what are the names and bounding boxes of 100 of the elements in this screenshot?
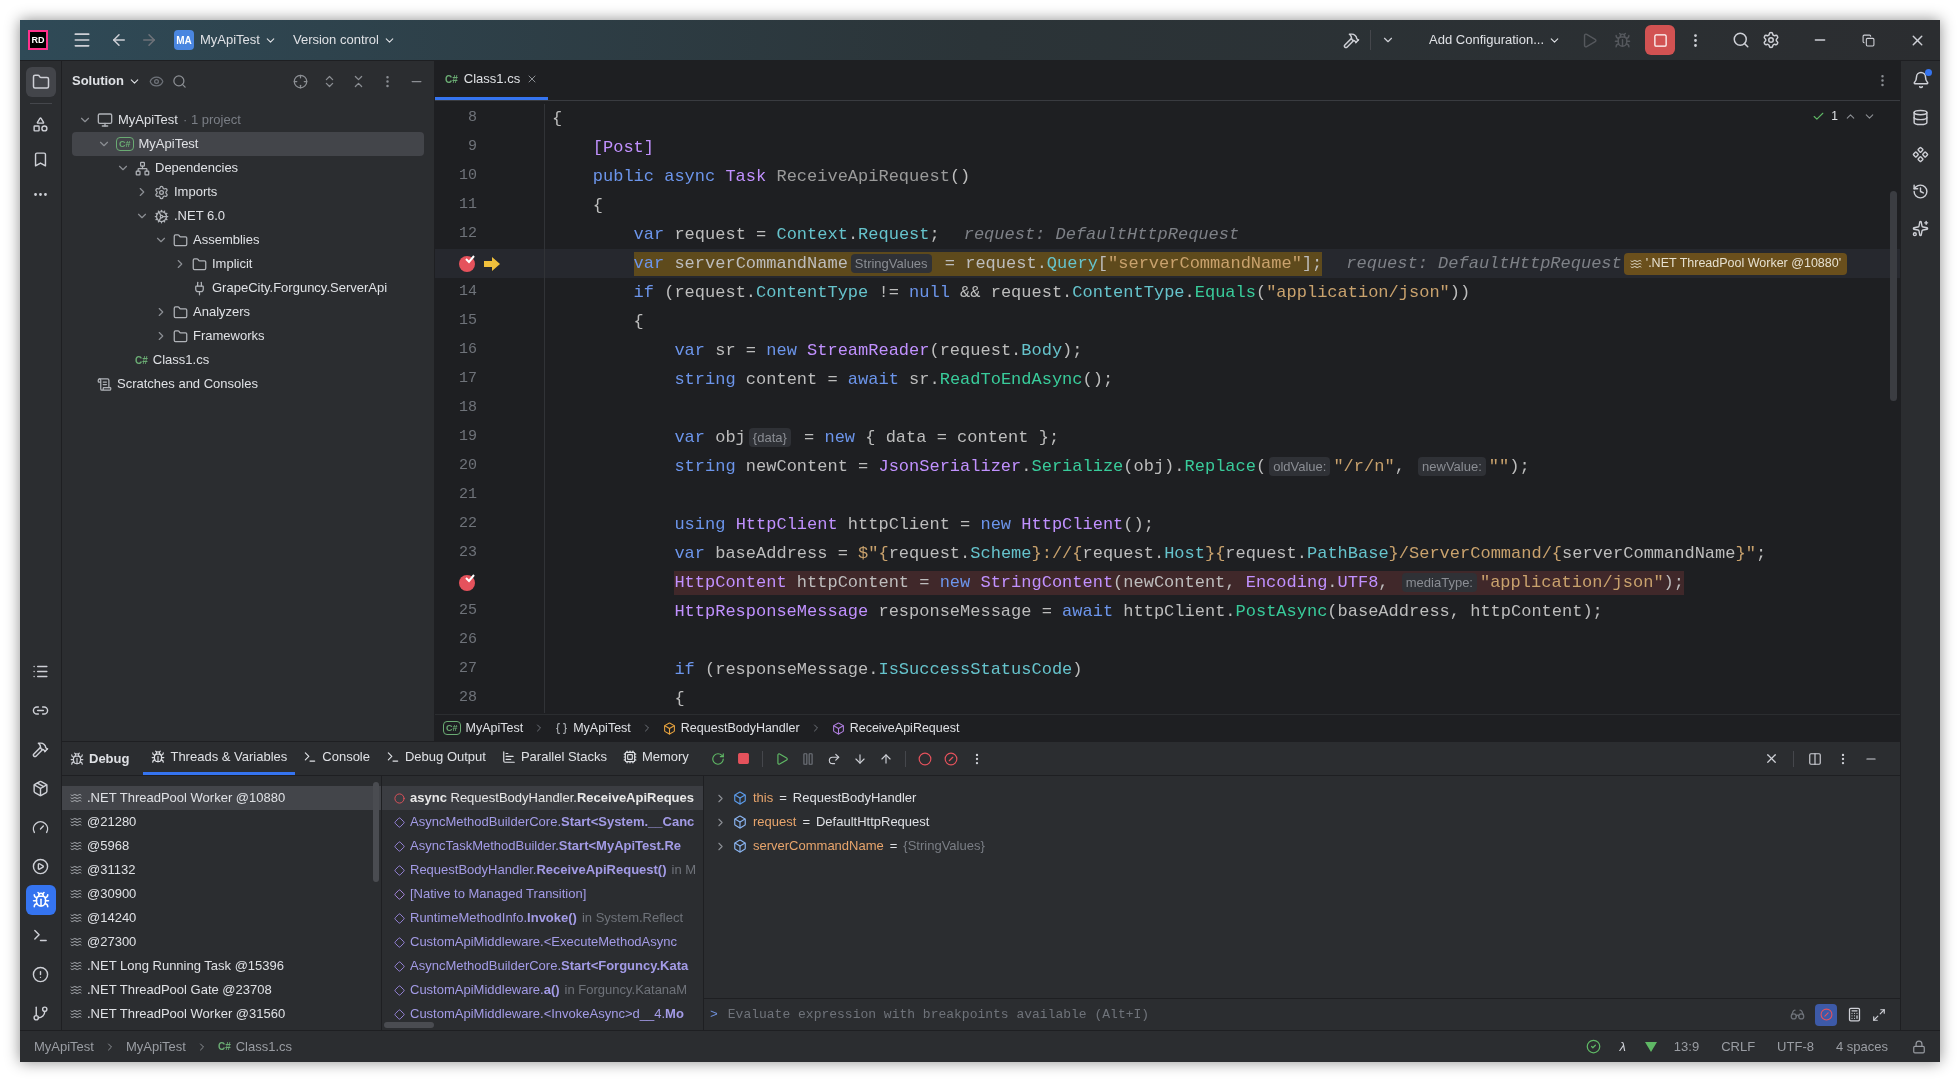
breadcrumb-item[interactable]: RequestBodyHandler: [662, 718, 800, 738]
plugin-status[interactable]: λ: [1611, 1036, 1634, 1057]
search-icon[interactable]: [172, 73, 187, 89]
breakpoints-icon[interactable]: [917, 751, 932, 766]
breadcrumb-item[interactable]: C# MyApiTest: [443, 718, 524, 738]
tree-item[interactable]: Frameworks: [72, 324, 424, 348]
variable-item[interactable]: serverCommandName = {StringValues}: [704, 834, 1900, 858]
tree-item[interactable]: Analyzers: [72, 300, 424, 324]
rerun-icon[interactable]: [710, 751, 725, 766]
stack-frame[interactable]: RequestBodyHandler.ReceiveApiRequest() in M: [382, 858, 703, 882]
restore-icon[interactable]: [1862, 33, 1875, 47]
terminal-icon[interactable]: [32, 927, 49, 944]
breakpoint-icon[interactable]: [457, 253, 477, 274]
stack-frame[interactable]: CustomApiMiddleware.a() in Forguncy.KatanaM: [382, 978, 703, 1002]
sparkles-icon[interactable]: [1912, 220, 1929, 237]
list-icon[interactable]: [32, 663, 49, 680]
build-icon[interactable]: [32, 741, 49, 758]
evaluate-field[interactable]: Evaluate expression with breakpoints available (Alt+I): [727, 1001, 1780, 1028]
bookmark-icon[interactable]: [32, 151, 49, 168]
stack-frame[interactable]: async RequestBodyHandler.ReceiveApiReques: [382, 786, 703, 810]
breadcrumb-item[interactable]: MyApiTest: [125, 1036, 186, 1057]
file-encoding[interactable]: UTF-8: [1771, 1036, 1820, 1057]
cursor-position[interactable]: 13:9: [1667, 1036, 1706, 1057]
search-icon[interactable]: [1732, 31, 1750, 49]
thread-item[interactable]: @31132: [62, 858, 381, 882]
expand-icon[interactable]: [1872, 1007, 1886, 1022]
back-icon[interactable]: [110, 31, 128, 49]
calculator-icon[interactable]: [1847, 1007, 1862, 1022]
triangle-icon[interactable]: [1643, 1040, 1658, 1053]
evaluate-mode-button[interactable]: [1815, 1003, 1837, 1026]
layout-icon[interactable]: [1808, 751, 1822, 766]
stop-button[interactable]: [1645, 25, 1675, 55]
breadcrumb-item[interactable]: MyApiTest: [555, 718, 631, 738]
database-icon[interactable]: [1912, 109, 1929, 126]
thread-item[interactable]: @5968: [62, 834, 381, 858]
close-icon[interactable]: [1764, 751, 1779, 766]
stack-frame[interactable]: CustomApiMiddleware.<InvokeAsync>d__4.Mo: [382, 1002, 703, 1026]
mute-breakpoints-icon[interactable]: [943, 751, 958, 766]
step-over-icon[interactable]: [826, 751, 841, 766]
thread-item[interactable]: .NET ThreadPool Worker @31560: [62, 1002, 381, 1026]
debug-tab[interactable]: Memory: [614, 742, 697, 775]
run-configuration-dropdown[interactable]: Add Configuration...: [1429, 30, 1561, 50]
stack-frame[interactable]: AsyncTaskMethodBuilder.Start<MyApiTest.Re: [382, 834, 703, 858]
tree-item[interactable]: Scratches and Consoles: [72, 372, 424, 396]
settings-icon[interactable]: [1762, 31, 1780, 49]
indent-setting[interactable]: 4 spaces: [1829, 1036, 1894, 1057]
notifications-icon[interactable]: [1911, 71, 1930, 89]
debug-tab[interactable]: Parallel Stacks: [493, 742, 615, 775]
gauge-icon[interactable]: [32, 819, 49, 836]
watch-icon[interactable]: [1790, 1007, 1805, 1022]
solution-dropdown[interactable]: Solution: [72, 71, 141, 91]
stop-icon[interactable]: [736, 752, 750, 765]
thread-item[interactable]: .NET Long Running Task @15396: [62, 954, 381, 978]
thread-item[interactable]: @14240: [62, 906, 381, 930]
breakpoint-icon[interactable]: [457, 572, 477, 593]
thread-item[interactable]: .NET ThreadPool Gate @23708: [62, 978, 381, 1002]
breadcrumb-item[interactable]: MyApiTest: [34, 1036, 94, 1057]
breadcrumb-item[interactable]: ReceiveApiRequest: [831, 718, 960, 738]
git-branch-icon[interactable]: [32, 1005, 49, 1022]
debug-tool-button[interactable]: [25, 885, 56, 915]
debug-tab[interactable]: Console: [295, 742, 378, 775]
run-icon[interactable]: [32, 858, 49, 875]
problems-icon[interactable]: [32, 966, 49, 983]
tree-item[interactable]: Implicit: [72, 252, 424, 276]
tree-item[interactable]: Imports: [72, 180, 424, 204]
step-into-icon[interactable]: [852, 751, 867, 766]
inspection-widget[interactable]: 1: [1812, 107, 1876, 125]
stack-frame[interactable]: [Native to Managed Transition]: [382, 882, 703, 906]
debug-tab[interactable]: Debug Output: [378, 742, 494, 775]
project-tool-button[interactable]: [25, 67, 56, 97]
debug-tab[interactable]: Threads & Variables: [143, 742, 296, 775]
components-icon[interactable]: [1912, 146, 1929, 163]
tree-item[interactable]: .NET 6.0: [72, 204, 424, 228]
thread-item[interactable]: .NET ThreadPool Worker @10880: [62, 786, 381, 810]
tree-item[interactable]: Dependencies: [72, 156, 424, 180]
stack-frame[interactable]: RuntimeMethodInfo.Invoke() in System.Reflect: [382, 906, 703, 930]
resume-icon[interactable]: [774, 751, 789, 766]
editor-tab[interactable]: C# Class1.cs: [435, 61, 549, 100]
menu-icon[interactable]: [72, 30, 92, 50]
build-icon[interactable]: [1343, 31, 1361, 49]
stack-frame[interactable]: AsyncMethodBuilderCore.Start<System.__Canc: [382, 810, 703, 834]
stack-frame[interactable]: CustomApiMiddleware.<ExecuteMethodAsync: [382, 930, 703, 954]
lock-icon[interactable]: [1912, 1039, 1926, 1054]
locate-icon[interactable]: [293, 73, 308, 89]
tree-item[interactable]: MyApiTest · 1 project: [72, 108, 424, 132]
stack-frame[interactable]: AsyncMethodBuilderCore.Start<Forguncy.Kata: [382, 954, 703, 978]
version-control-dropdown[interactable]: Version control: [292, 30, 396, 50]
history-icon[interactable]: [1912, 183, 1929, 200]
check-circle-icon[interactable]: [1586, 1039, 1602, 1054]
tree-item[interactable]: C# Class1.cs: [72, 348, 424, 372]
variable-item[interactable]: this = RequestBodyHandler: [704, 786, 1900, 810]
thread-item[interactable]: @27300: [62, 930, 381, 954]
tree-item[interactable]: GrapeCity.Forguncy.ServerApi: [72, 276, 424, 300]
tree-item[interactable]: C# MyApiTest: [72, 132, 424, 156]
package-icon[interactable]: [32, 780, 49, 797]
breadcrumb-item[interactable]: C# Class1.cs: [217, 1036, 293, 1057]
variable-item[interactable]: request = DefaultHttpRequest: [704, 810, 1900, 834]
step-out-icon[interactable]: [878, 751, 893, 766]
structure-icon[interactable]: [32, 116, 49, 133]
eye-icon[interactable]: [149, 73, 164, 89]
